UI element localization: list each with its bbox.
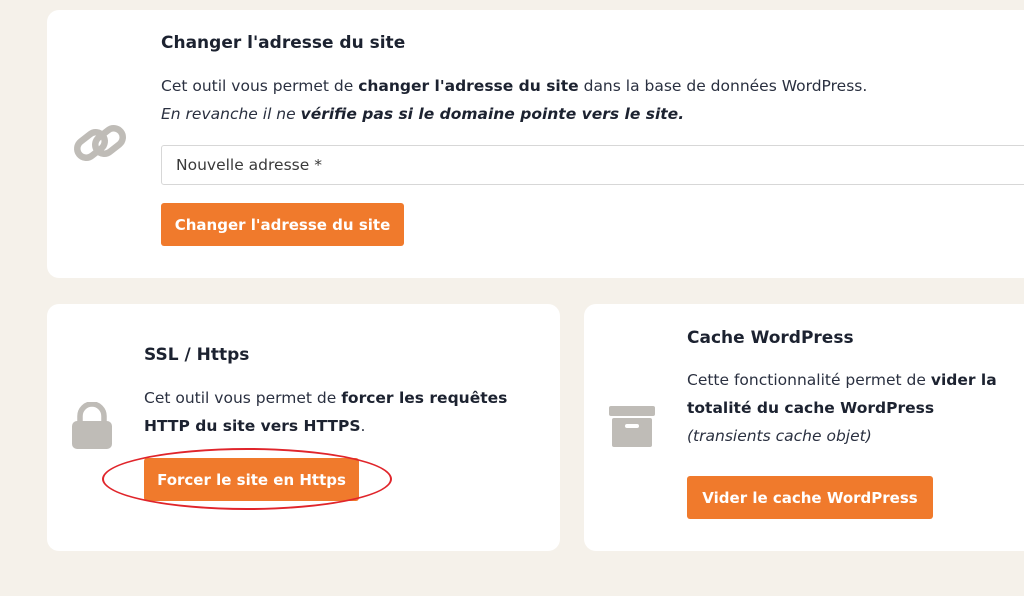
archive-box-icon xyxy=(609,406,655,452)
clear-cache-button[interactable]: Vider le cache WordPress xyxy=(687,476,933,519)
force-https-button[interactable]: Forcer le site en Https xyxy=(144,458,359,501)
change-url-description: Cet outil vous permet de changer l'adres… xyxy=(161,77,868,123)
cache-title: Cache WordPress xyxy=(687,328,854,348)
lock-icon xyxy=(71,401,113,454)
new-address-input[interactable] xyxy=(161,145,1024,185)
ssl-description: Cet outil vous permet de forcer les requ… xyxy=(144,389,508,435)
change-url-title: Changer l'adresse du site xyxy=(161,33,406,53)
change-url-button[interactable]: Changer l'adresse du site xyxy=(161,203,404,246)
ssl-title: SSL / Https xyxy=(144,345,250,365)
cache-description: Cette fonctionnalité permet de vider la … xyxy=(687,371,997,445)
link-icon xyxy=(72,122,128,170)
